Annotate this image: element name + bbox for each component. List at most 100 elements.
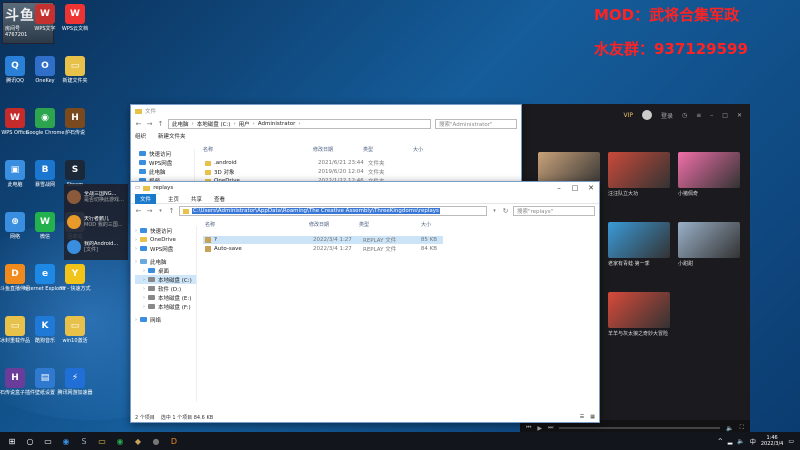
- close-icon[interactable]: ✕: [583, 184, 599, 192]
- nav-item[interactable]: › 本地磁盘 (F:): [135, 302, 196, 311]
- file-row[interactable]: ? 2022/3/4 1:27 REPLAY 文件 85 KB: [203, 236, 443, 244]
- expand-chevron-icon[interactable]: ›: [135, 259, 137, 265]
- video-thumbnail[interactable]: [678, 152, 740, 188]
- video-thumbnail[interactable]: [608, 292, 670, 328]
- tab-view[interactable]: 查看: [214, 195, 225, 203]
- expand-chevron-icon[interactable]: ›: [143, 295, 145, 301]
- chat-list-item[interactable]: 我的Android... [文件]: [64, 234, 128, 259]
- login-label[interactable]: 登录: [661, 111, 673, 120]
- minimize-icon[interactable]: –: [710, 112, 713, 119]
- taskbar-start-icon[interactable]: ⊞: [4, 433, 20, 449]
- prev-icon[interactable]: ⏮: [526, 424, 531, 432]
- network-icon[interactable]: ▂: [728, 438, 733, 445]
- expand-chevron-icon[interactable]: ›: [143, 277, 145, 283]
- nav-item[interactable]: 快速访问: [139, 149, 194, 158]
- next-icon[interactable]: ⏭: [548, 424, 553, 432]
- ime-icon[interactable]: 中: [750, 437, 756, 446]
- nav-item[interactable]: › OneDrive: [135, 235, 196, 244]
- video-title[interactable]: 汪汪队立大功: [608, 191, 674, 197]
- desktop-icon[interactable]: W WPS云文档: [53, 4, 97, 32]
- column-header[interactable]: 名称: [205, 221, 309, 228]
- file-row[interactable]: .android 2021/6/21 23:44 文件夹: [205, 159, 418, 167]
- avatar[interactable]: [642, 110, 652, 120]
- expand-chevron-icon[interactable]: ›: [143, 268, 145, 274]
- nav-item[interactable]: › 软件 (D:): [135, 284, 196, 293]
- desktop-icon[interactable]: ▭ 新建文件夹: [53, 56, 97, 84]
- breadcrumb-segment[interactable]: 用户: [239, 120, 250, 128]
- chat-list-item[interactable]: 天行者鹏儿 MOD 我的三国...: [64, 209, 128, 234]
- file-row[interactable]: 3D 对象 2019/6/20 12:04 文件夹: [205, 168, 418, 176]
- col-type[interactable]: 类型: [363, 146, 413, 153]
- new-folder-button[interactable]: 新建文件夹: [158, 132, 186, 140]
- video-thumbnail[interactable]: [608, 152, 670, 188]
- taskbar-explorer-icon[interactable]: ▭: [94, 433, 110, 449]
- tab-home[interactable]: 主页: [168, 195, 179, 203]
- col-size[interactable]: 大小: [413, 146, 453, 153]
- col-name[interactable]: 名称: [203, 146, 313, 153]
- nav-item[interactable]: › 快速访问: [135, 226, 196, 235]
- breadcrumb-segment[interactable]: Administrator: [258, 121, 296, 127]
- expand-chevron-icon[interactable]: ›: [135, 228, 137, 234]
- nav-item[interactable]: › 本地磁盘 (E:): [135, 293, 196, 302]
- taskbar-game-icon[interactable]: ◆: [130, 433, 146, 449]
- volume-icon[interactable]: 🔈: [737, 438, 744, 445]
- menu-icon[interactable]: ≡: [696, 112, 701, 119]
- search-input[interactable]: 搜索"Administrator": [435, 119, 517, 129]
- details-view-icon[interactable]: ☰: [580, 414, 584, 420]
- address-bar[interactable]: C:\Users\Administrator\AppData\Roaming\T…: [179, 206, 487, 216]
- expand-chevron-icon[interactable]: ›: [143, 286, 145, 292]
- video-title[interactable]: 小甜甜: [678, 261, 744, 267]
- nav-item[interactable]: › 此电脑: [135, 257, 196, 266]
- play-icon[interactable]: ▶: [537, 425, 542, 432]
- video-title[interactable]: 小猪佩奇: [678, 191, 744, 197]
- expand-chevron-icon[interactable]: ›: [143, 304, 145, 310]
- column-header[interactable]: 大小: [409, 221, 431, 228]
- desktop-icon[interactable]: ⚡ 腾讯网游加速器: [53, 368, 97, 396]
- taskbar-chrome-icon[interactable]: ◉: [112, 433, 128, 449]
- taskbar-douyu-icon[interactable]: D: [166, 433, 182, 449]
- address-dropdown-icon[interactable]: ▾: [491, 208, 498, 214]
- column-header[interactable]: 类型: [359, 221, 409, 228]
- back-icon[interactable]: ←: [135, 120, 142, 128]
- taskbar-steam-icon[interactable]: S: [76, 433, 92, 449]
- breadcrumb-segment[interactable]: 此电脑: [172, 120, 189, 128]
- desktop-icon[interactable]: ▭ win10激活: [53, 316, 97, 344]
- up-icon[interactable]: ↑: [168, 207, 175, 215]
- fullscreen-icon[interactable]: ⛶: [740, 424, 744, 432]
- nav-item[interactable]: › WPS网盘: [135, 244, 196, 253]
- close-icon[interactable]: ✕: [737, 112, 742, 119]
- expand-chevron-icon[interactable]: ›: [135, 317, 137, 323]
- maximize-icon[interactable]: □: [567, 184, 583, 192]
- nav-item[interactable]: › 本地磁盘 (C:): [135, 275, 196, 284]
- nav-item[interactable]: › 网络: [135, 315, 196, 324]
- progress-track[interactable]: [559, 427, 721, 429]
- back-icon[interactable]: ←: [135, 207, 142, 215]
- breadcrumb-segment[interactable]: 本地磁盘 (C:): [197, 120, 231, 128]
- expand-chevron-icon[interactable]: ›: [135, 237, 137, 243]
- notification-icon[interactable]: ▭: [788, 438, 794, 445]
- forward-icon[interactable]: →: [146, 207, 153, 215]
- recent-icon[interactable]: ▾: [157, 208, 164, 214]
- forward-icon[interactable]: →: [146, 120, 153, 128]
- vip-label[interactable]: VIP: [624, 112, 634, 119]
- minimize-icon[interactable]: –: [551, 184, 567, 192]
- taskbar-obs-icon[interactable]: ●: [148, 433, 164, 449]
- tab-share[interactable]: 共享: [191, 195, 202, 203]
- chat-list-item[interactable]: 全战三国NG... 是否切换此游戏…: [64, 184, 128, 209]
- up-icon[interactable]: ↑: [157, 120, 164, 128]
- video-thumbnail[interactable]: [678, 222, 740, 258]
- history-icon[interactable]: ◷: [682, 112, 687, 119]
- taskbar-browser-icon[interactable]: ◉: [58, 433, 74, 449]
- tray-arrow-icon[interactable]: ^: [718, 438, 723, 445]
- address-text[interactable]: C:\Users\Administrator\AppData\Roaming\T…: [192, 208, 440, 214]
- clock[interactable]: 1:46 2022/3/4: [761, 435, 783, 447]
- column-header[interactable]: 修改日期: [309, 221, 359, 228]
- taskbar-task-view-icon[interactable]: ▭: [40, 433, 56, 449]
- search-input[interactable]: 搜索"replays": [513, 206, 595, 216]
- desktop-icon[interactable]: H 炉石传说: [53, 108, 97, 136]
- video-thumbnail[interactable]: [608, 222, 670, 258]
- video-title[interactable]: 羊羊与灰太狼之奇妙大冒险: [608, 331, 674, 337]
- expand-chevron-icon[interactable]: ›: [135, 246, 137, 252]
- thumbnail-view-icon[interactable]: ▦: [590, 414, 595, 420]
- quick-access-toolbar-icon[interactable]: ▭: [135, 185, 140, 191]
